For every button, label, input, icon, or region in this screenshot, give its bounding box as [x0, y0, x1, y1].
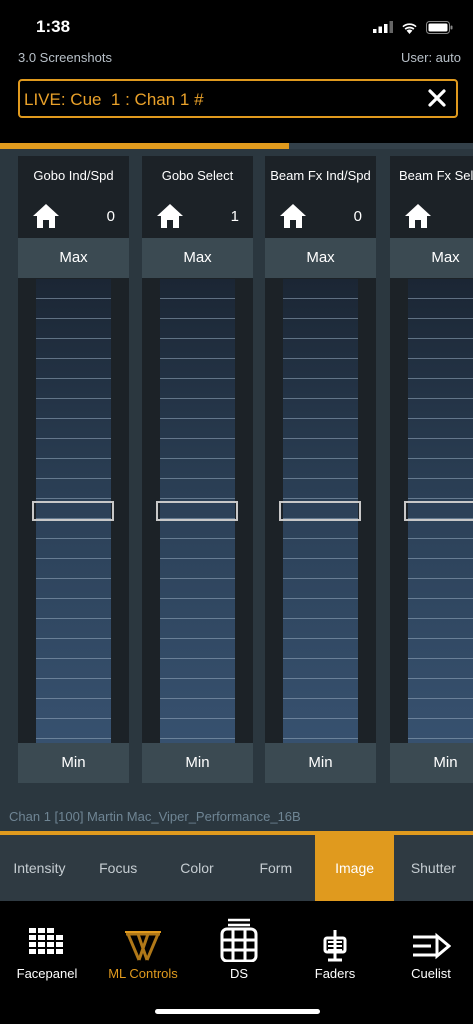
fader-title: Beam Fx Select	[399, 168, 473, 183]
fader-title: Gobo Select	[161, 168, 234, 183]
min-button[interactable]: Min	[142, 743, 253, 783]
max-button[interactable]: Max	[18, 238, 129, 278]
show-name: 3.0 Screenshots	[18, 50, 112, 65]
fader-title: Beam Fx Ind/Spd	[270, 168, 371, 183]
tab-shutter[interactable]: Shutter	[394, 835, 473, 901]
slider-handle[interactable]	[404, 501, 473, 521]
close-icon[interactable]	[426, 87, 448, 109]
nav-label: ML Controls	[108, 966, 178, 981]
tab-focus[interactable]: Focus	[79, 835, 158, 901]
command-line-text: LIVE: Cue 1 : Chan 1 #	[24, 90, 204, 109]
nav-label: Cuelist	[411, 966, 451, 981]
min-button[interactable]: Min	[265, 743, 376, 783]
faders-icon	[323, 930, 347, 962]
fader-value: 1	[230, 208, 239, 225]
fader-beam-fx-ind-spd: Beam Fx Ind/Spd 0 Max Min	[265, 156, 376, 783]
max-button[interactable]: Max	[142, 238, 253, 278]
slider-handle[interactable]	[156, 501, 238, 521]
tab-form[interactable]: Form	[236, 835, 315, 901]
status-time: 1:38	[36, 17, 71, 36]
home-icon[interactable]	[156, 203, 184, 229]
signal-icon	[373, 21, 393, 33]
nav-cuelist[interactable]: Cuelist	[384, 903, 473, 993]
max-button[interactable]: Max	[390, 238, 473, 278]
fader-gobo-select: Gobo Select 1 Max Min	[142, 156, 253, 783]
nav-facepanel[interactable]: Facepanel	[0, 903, 94, 993]
bottom-nav: Facepanel ML Controls DS Faders Cuelist	[0, 903, 473, 1024]
min-button[interactable]: Min	[18, 743, 129, 783]
ml-controls-icon	[125, 931, 161, 961]
fader-value: 0	[106, 208, 115, 225]
nav-ds[interactable]: DS	[192, 903, 286, 993]
home-indicator[interactable]	[155, 1009, 320, 1014]
slider-handle[interactable]	[279, 501, 361, 521]
home-icon[interactable]	[404, 203, 432, 229]
nav-label: Faders	[314, 966, 356, 981]
category-tabs: Intensity Focus Color Form Image Shutter	[0, 835, 473, 901]
nav-ml-controls[interactable]: ML Controls	[96, 903, 190, 993]
facepanel-icon	[29, 928, 63, 954]
fader-gobo-ind-spd: Gobo Ind/Spd 0 Max Min	[18, 156, 129, 783]
channel-info: Chan 1 [100] Martin Mac_Viper_Performanc…	[9, 809, 301, 824]
nav-label: Facepanel	[16, 966, 78, 981]
ds-grid-icon	[220, 918, 258, 962]
command-line[interactable]: LIVE: Cue 1 : Chan 1 #	[18, 79, 458, 118]
fader-beam-fx-select: Beam Fx Select Max Min	[390, 156, 473, 783]
home-icon[interactable]	[279, 203, 307, 229]
max-button[interactable]: Max	[265, 238, 376, 278]
home-icon[interactable]	[32, 203, 60, 229]
slider-handle[interactable]	[32, 501, 114, 521]
user-label: User: auto	[401, 50, 461, 65]
tab-intensity[interactable]: Intensity	[0, 835, 79, 901]
nav-label: DS	[229, 966, 249, 981]
tab-color[interactable]: Color	[158, 835, 237, 901]
wifi-icon	[402, 22, 417, 34]
cuelist-icon	[413, 932, 451, 960]
fader-title: Gobo Ind/Spd	[33, 168, 114, 183]
nav-faders[interactable]: Faders	[288, 903, 382, 993]
tab-image[interactable]: Image	[315, 835, 394, 901]
fader-value: 0	[353, 208, 362, 225]
status-icons	[373, 20, 453, 34]
min-button[interactable]: Min	[390, 743, 473, 783]
battery-icon	[426, 20, 453, 34]
